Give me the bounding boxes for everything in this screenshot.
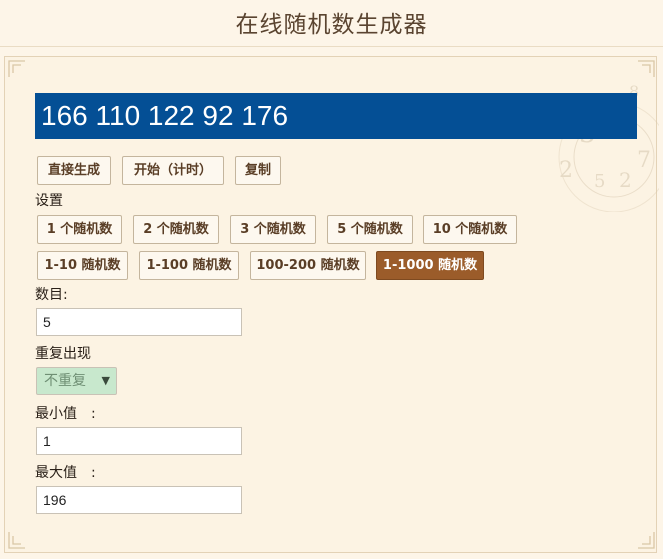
svg-text:2: 2 [559,158,573,183]
preset-range-1-10-button[interactable]: 1-10 随机数 [37,251,128,280]
min-value-input[interactable]: 1 [36,427,242,455]
repeat-select[interactable]: 不重复 ▼ [36,367,117,395]
random-result-display: 166 110 122 92 176 [35,93,637,139]
repeat-label: 重复出现 [35,346,91,362]
settings-label: 设置 [35,193,63,209]
copy-button[interactable]: 复制 [235,156,281,185]
max-value-input[interactable]: 196 [36,486,242,514]
corner-ornament-icon [8,60,26,78]
page-title: 在线随机数生成器 [235,12,428,38]
preset-range-1-1000-button[interactable]: 1-1000 随机数 [376,251,484,280]
title-divider [0,46,663,47]
preset-5-button[interactable]: 5 个随机数 [327,215,413,244]
preset-10-button[interactable]: 10 个随机数 [423,215,517,244]
preset-2-button[interactable]: 2 个随机数 [133,215,219,244]
preset-range-100-200-button[interactable]: 100-200 随机数 [250,251,366,280]
preset-1-button[interactable]: 1 个随机数 [37,215,122,244]
chevron-down-icon: ▼ [101,374,110,387]
start-timed-button[interactable]: 开始（计时） [122,156,224,185]
svg-text:5: 5 [594,171,605,192]
preset-3-button[interactable]: 3 个随机数 [230,215,316,244]
corner-ornament-icon [8,531,26,549]
min-label: 最小值 : [35,406,96,422]
count-input[interactable]: 5 [36,308,242,336]
preset-range-1-100-button[interactable]: 1-100 随机数 [139,251,239,280]
count-label: 数目: [35,287,68,303]
svg-text:7: 7 [637,148,651,173]
corner-ornament-icon [637,531,655,549]
generate-button[interactable]: 直接生成 [37,156,111,185]
max-label: 最大值 : [35,465,96,481]
repeat-select-value: 不重复 [44,373,86,389]
svg-text:2: 2 [619,168,632,192]
